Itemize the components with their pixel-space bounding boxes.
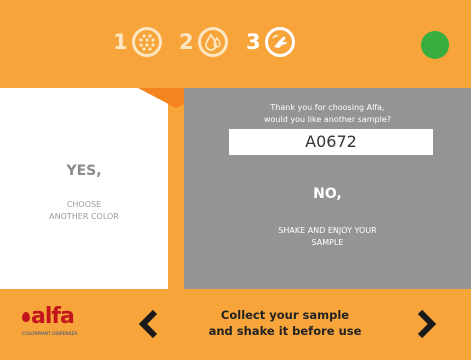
dots-grid-icon [131, 27, 162, 57]
next-button[interactable] [413, 309, 441, 339]
no-subtitle: SHAKE AND ENJOY YOUR SAMPLE [278, 226, 377, 247]
chevron-right-icon [417, 309, 437, 339]
hand-shake-icon [264, 27, 295, 57]
alfa-logo: alfa COLORPAINT DISPENSER [22, 304, 102, 344]
step-3-number: 3 [246, 30, 261, 54]
status-indicator [421, 31, 449, 59]
collect-message: Collect your sample and shake it before … [208, 308, 362, 338]
logo-drop-icon [22, 312, 30, 322]
logo-text: alfa [31, 304, 75, 329]
top-bar: 1 2 3 [0, 0, 471, 88]
step-2-number: 2 [179, 30, 194, 54]
step-2: 2 [179, 24, 228, 60]
chevron-left-icon [138, 309, 158, 339]
sample-code-field: A0672 [229, 129, 433, 155]
no-option[interactable]: Thank you for choosing Alfa, would you l… [184, 88, 471, 289]
panel-divider [168, 88, 184, 289]
bottom-bar: alfa COLORPAINT DISPENSER Collect your s… [0, 289, 471, 360]
previous-button[interactable] [134, 309, 162, 339]
thank-you-prompt: Thank you for choosing Alfa, would you l… [263, 103, 391, 124]
step-3: 3 [246, 24, 295, 60]
logo-subtitle: COLORPAINT DISPENSER [22, 332, 78, 337]
yes-subtitle: CHOOSE ANOTHER COLOR [49, 200, 119, 221]
step-1-number: 1 [113, 30, 128, 54]
no-title: NO, [313, 186, 342, 202]
step-1: 1 [113, 24, 162, 60]
drops-icon [197, 27, 228, 57]
yes-option[interactable]: YES, CHOOSE ANOTHER COLOR [0, 88, 168, 289]
yes-title: YES, [66, 163, 102, 179]
